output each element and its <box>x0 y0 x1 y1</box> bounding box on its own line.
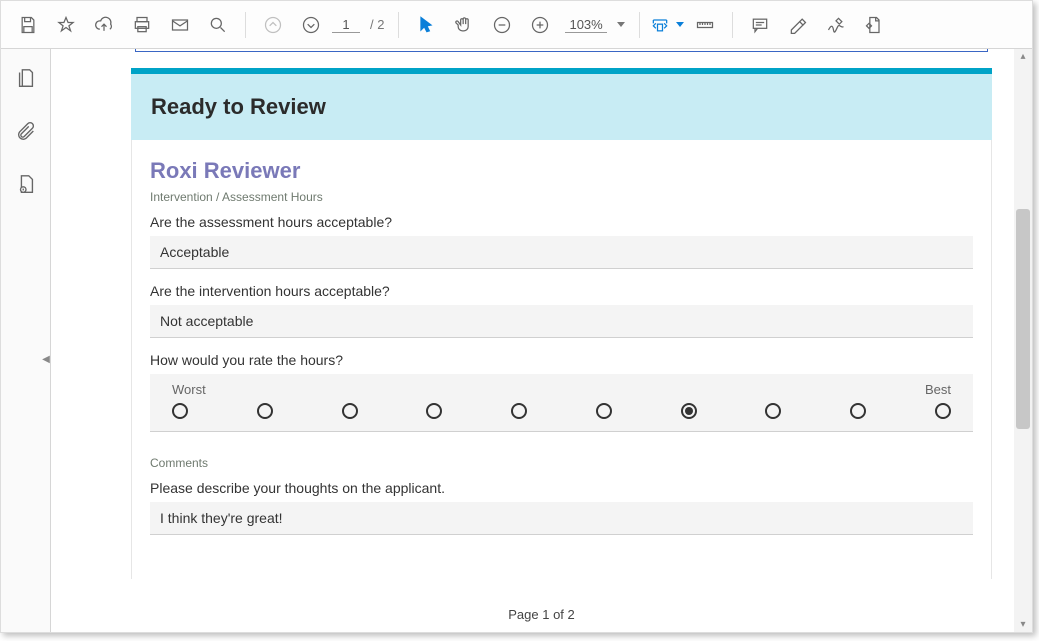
form-card: Ready to Review Roxi Reviewer Interventi… <box>131 68 992 579</box>
toolbar-separator <box>639 12 640 38</box>
toolbar-separator <box>398 12 399 38</box>
rating-scale: Worst Best <box>150 374 973 432</box>
rating-option[interactable] <box>765 403 781 419</box>
question-2: Are the intervention hours acceptable? <box>150 283 973 299</box>
ruler-icon[interactable] <box>688 8 722 42</box>
page-footer-label: Page 1 of 2 <box>51 607 1032 622</box>
cloud-upload-icon[interactable] <box>87 8 121 42</box>
answer-1[interactable]: Acceptable <box>150 236 973 269</box>
print-icon[interactable] <box>125 8 159 42</box>
mail-icon[interactable] <box>163 8 197 42</box>
answer-2[interactable]: Not acceptable <box>150 305 973 338</box>
highlight-icon[interactable] <box>781 8 815 42</box>
fit-width-icon[interactable] <box>650 8 684 42</box>
section-label: Intervention / Assessment Hours <box>150 190 973 204</box>
document-viewer: Ready to Review Roxi Reviewer Interventi… <box>51 49 1032 632</box>
rating-option[interactable] <box>172 403 188 419</box>
question-3: How would you rate the hours? <box>150 352 973 368</box>
collapse-panel-icon[interactable]: ◀ <box>41 349 51 369</box>
rating-option[interactable] <box>342 403 358 419</box>
page-up-icon[interactable] <box>256 8 290 42</box>
attachments-panel-icon[interactable] <box>15 120 37 147</box>
answer-4[interactable]: I think they're great! <box>150 502 973 535</box>
main-body: ◀ Ready to Review Roxi Reviewer Interven… <box>1 49 1032 632</box>
form-title: Ready to Review <box>151 94 972 120</box>
app-window: / 2 103% ◀ Re <box>0 0 1033 633</box>
form-header: Ready to Review <box>131 74 992 140</box>
vertical-scrollbar[interactable]: ▴ ▾ <box>1014 49 1032 632</box>
comments-label: Comments <box>150 456 973 470</box>
hand-tool-icon[interactable] <box>447 8 481 42</box>
search-icon[interactable] <box>201 8 235 42</box>
chevron-down-icon <box>617 22 625 27</box>
save-icon[interactable] <box>11 8 45 42</box>
toolbar-separator <box>732 12 733 38</box>
info-panel-icon[interactable] <box>15 173 37 200</box>
question-1: Are the assessment hours acceptable? <box>150 214 973 230</box>
side-panel: ◀ <box>1 49 51 632</box>
rating-option[interactable] <box>935 403 951 419</box>
rating-option[interactable] <box>850 403 866 419</box>
rating-option[interactable] <box>596 403 612 419</box>
toolbar-separator <box>245 12 246 38</box>
previous-page-edge <box>135 49 988 52</box>
rating-option[interactable] <box>257 403 273 419</box>
zoom-in-icon[interactable] <box>523 8 557 42</box>
pointer-tool-icon[interactable] <box>409 8 443 42</box>
zoom-dropdown[interactable]: 103% <box>565 17 624 33</box>
rating-option[interactable] <box>426 403 442 419</box>
pages-panel-icon[interactable] <box>15 67 37 94</box>
star-icon[interactable] <box>49 8 83 42</box>
scroll-up-icon[interactable]: ▴ <box>1014 51 1032 62</box>
scrollbar-thumb[interactable] <box>1016 209 1030 429</box>
toolbar: / 2 103% <box>1 1 1032 49</box>
page-number-input[interactable] <box>332 17 360 33</box>
zoom-value: 103% <box>565 17 606 33</box>
zoom-out-icon[interactable] <box>485 8 519 42</box>
form-body: Roxi Reviewer Intervention / Assessment … <box>131 140 992 579</box>
scroll-down-icon[interactable]: ▾ <box>1014 619 1032 630</box>
rating-best-label: Best <box>925 382 951 397</box>
rating-option[interactable] <box>681 403 697 419</box>
page-edit-icon[interactable] <box>857 8 891 42</box>
rating-option[interactable] <box>511 403 527 419</box>
comment-icon[interactable] <box>743 8 777 42</box>
page-total-label: / 2 <box>370 17 384 32</box>
sign-icon[interactable] <box>819 8 853 42</box>
page-area: Ready to Review Roxi Reviewer Interventi… <box>131 49 992 632</box>
reviewer-name: Roxi Reviewer <box>150 158 973 184</box>
question-4: Please describe your thoughts on the app… <box>150 480 973 496</box>
page-down-icon[interactable] <box>294 8 328 42</box>
rating-worst-label: Worst <box>172 382 206 397</box>
